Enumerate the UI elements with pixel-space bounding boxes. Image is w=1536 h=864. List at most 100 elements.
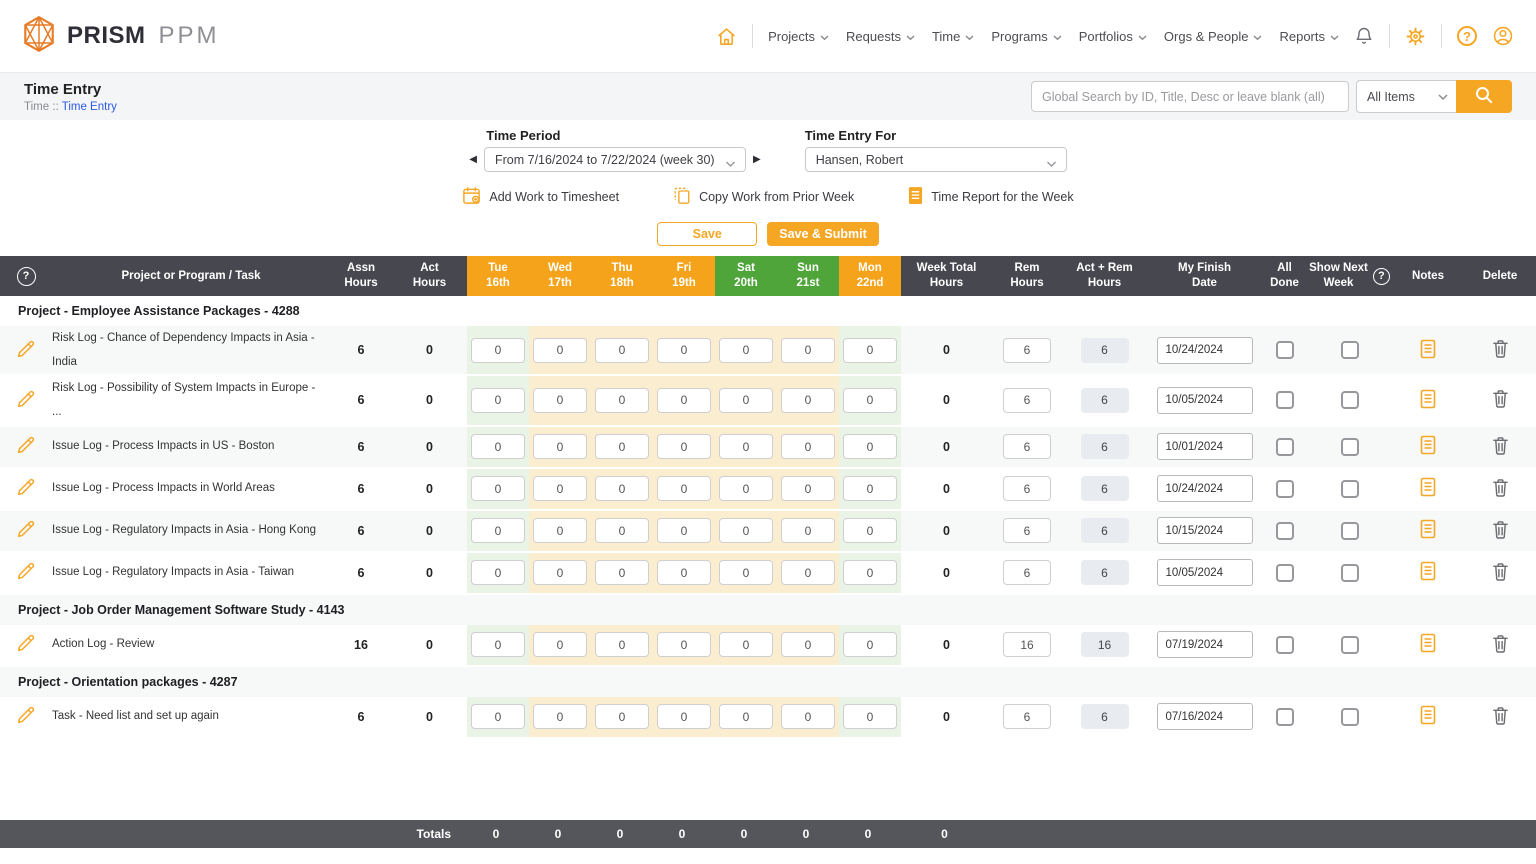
finish-date-input[interactable] [1157,433,1253,460]
day-hours-input-mon[interactable] [843,338,897,363]
day-hours-input-tue[interactable] [471,560,525,585]
add-work-to-timesheet-link[interactable]: Add Work to Timesheet [462,186,619,208]
day-hours-input-thu[interactable] [595,338,649,363]
edit-task-button[interactable] [0,625,52,665]
delete-button[interactable] [1464,697,1536,737]
question-circle-icon[interactable]: ? [1373,268,1390,285]
notes-button[interactable] [1392,511,1464,551]
day-hours-input-sun[interactable] [781,338,835,363]
day-hours-input-thu[interactable] [595,434,649,459]
day-hours-input-mon[interactable] [843,388,897,413]
day-hours-input-sun[interactable] [781,388,835,413]
delete-button[interactable] [1464,553,1536,593]
day-hours-input-sun[interactable] [781,632,835,657]
notes-button[interactable] [1392,469,1464,509]
day-hours-input-fri[interactable] [657,518,711,543]
day-hours-input-tue[interactable] [471,338,525,363]
help-icon[interactable]: ? [1457,26,1477,46]
day-hours-input-fri[interactable] [657,388,711,413]
rem-hours-input[interactable] [1003,476,1051,501]
gear-icon[interactable] [1405,26,1426,47]
nav-item-reports[interactable]: Reports [1279,29,1339,44]
day-hours-input-sun[interactable] [781,434,835,459]
delete-button[interactable] [1464,376,1536,424]
day-hours-input-mon[interactable] [843,632,897,657]
notes-button[interactable] [1392,553,1464,593]
edit-task-button[interactable] [0,697,52,737]
rem-hours-input[interactable] [1003,388,1051,413]
save-button[interactable]: Save [657,222,757,246]
day-hours-input-wed[interactable] [533,632,587,657]
rem-hours-input[interactable] [1003,560,1051,585]
day-hours-input-mon[interactable] [843,518,897,543]
save-submit-button[interactable]: Save & Submit [767,222,879,246]
all-done-checkbox[interactable] [1276,341,1294,359]
search-scope-select[interactable]: All Items [1356,80,1456,113]
day-hours-input-wed[interactable] [533,476,587,501]
all-done-checkbox[interactable] [1276,636,1294,654]
day-hours-input-wed[interactable] [533,704,587,729]
all-done-checkbox[interactable] [1276,564,1294,582]
day-hours-input-sun[interactable] [781,560,835,585]
show-next-week-checkbox[interactable] [1341,438,1359,456]
day-hours-input-sun[interactable] [781,476,835,501]
day-hours-input-sat[interactable] [719,476,773,501]
nav-item-orgs-people[interactable]: Orgs & People [1164,29,1263,44]
day-hours-input-sat[interactable] [719,632,773,657]
prev-week-arrow[interactable]: ◀ [469,155,477,165]
day-hours-input-sun[interactable] [781,704,835,729]
next-week-arrow[interactable]: ▶ [753,155,761,165]
day-hours-input-wed[interactable] [533,560,587,585]
day-hours-input-fri[interactable] [657,476,711,501]
notes-button[interactable] [1392,625,1464,665]
day-hours-input-sat[interactable] [719,518,773,543]
time-entry-for-select[interactable]: Hansen, Robert [805,147,1067,172]
day-hours-input-fri[interactable] [657,632,711,657]
day-hours-input-thu[interactable] [595,704,649,729]
day-hours-input-wed[interactable] [533,388,587,413]
finish-date-input[interactable] [1157,475,1253,502]
day-hours-input-tue[interactable] [471,388,525,413]
nav-item-time[interactable]: Time [932,29,974,44]
edit-task-button[interactable] [0,326,52,374]
day-hours-input-mon[interactable] [843,476,897,501]
day-hours-input-fri[interactable] [657,338,711,363]
rem-hours-input[interactable] [1003,518,1051,543]
day-hours-input-sat[interactable] [719,434,773,459]
notes-button[interactable] [1392,697,1464,737]
day-hours-input-tue[interactable] [471,518,525,543]
time-report-for-the-week-link[interactable]: Time Report for the Week [908,186,1073,208]
notes-button[interactable] [1392,326,1464,374]
rem-hours-input[interactable] [1003,704,1051,729]
show-next-week-checkbox[interactable] [1341,480,1359,498]
delete-button[interactable] [1464,326,1536,374]
delete-button[interactable] [1464,511,1536,551]
finish-date-input[interactable] [1157,337,1253,364]
bell-icon[interactable] [1354,25,1374,47]
day-hours-input-fri[interactable] [657,560,711,585]
delete-button[interactable] [1464,625,1536,665]
day-hours-input-tue[interactable] [471,632,525,657]
time-period-select[interactable]: From 7/16/2024 to 7/22/2024 (week 30) [484,147,746,172]
notes-button[interactable] [1392,427,1464,467]
search-input[interactable] [1031,81,1349,112]
all-done-checkbox[interactable] [1276,391,1294,409]
all-done-checkbox[interactable] [1276,522,1294,540]
edit-task-button[interactable] [0,376,52,424]
day-hours-input-wed[interactable] [533,518,587,543]
day-hours-input-mon[interactable] [843,560,897,585]
day-hours-input-wed[interactable] [533,434,587,459]
day-hours-input-thu[interactable] [595,560,649,585]
show-next-week-checkbox[interactable] [1341,636,1359,654]
show-next-week-checkbox[interactable] [1341,564,1359,582]
edit-task-button[interactable] [0,469,52,509]
day-hours-input-fri[interactable] [657,434,711,459]
day-hours-input-fri[interactable] [657,704,711,729]
day-hours-input-thu[interactable] [595,476,649,501]
day-hours-input-sun[interactable] [781,518,835,543]
rem-hours-input[interactable] [1003,434,1051,459]
show-next-week-checkbox[interactable] [1341,708,1359,726]
day-hours-input-mon[interactable] [843,704,897,729]
rem-hours-input[interactable] [1003,338,1051,363]
nav-item-requests[interactable]: Requests [846,29,915,44]
